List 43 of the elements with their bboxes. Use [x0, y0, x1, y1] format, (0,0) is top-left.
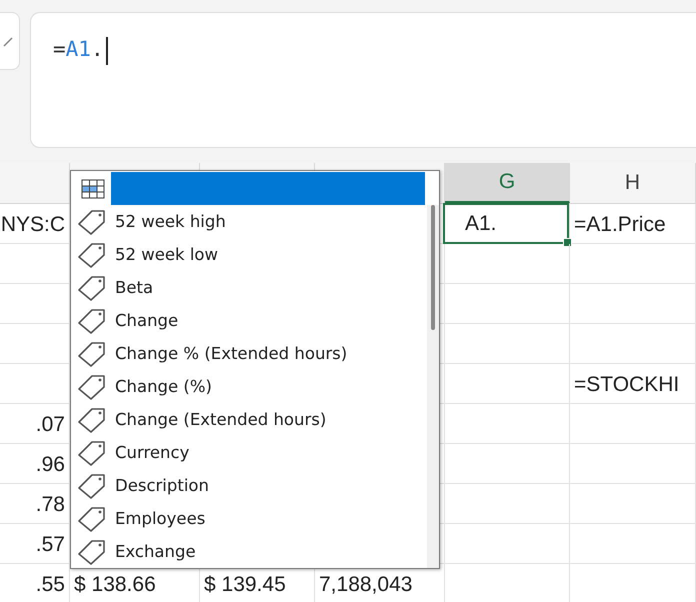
tag-icon: [77, 242, 107, 268]
column-header[interactable]: H: [624, 171, 640, 195]
table-icon: [81, 178, 105, 198]
cell-text: =A1.Price: [574, 213, 666, 237]
autocomplete-item[interactable]: Change (Extended hours): [113, 410, 328, 429]
cell-text: NYS:C: [0, 213, 65, 237]
scrollbar-thumb[interactable]: [431, 205, 435, 330]
tag-icon: [77, 538, 107, 564]
tag-icon: [77, 506, 107, 532]
column-header[interactable]: G: [498, 170, 516, 194]
cell-text: $ 139.45: [204, 573, 286, 597]
autocomplete-item[interactable]: 52 week high: [113, 212, 228, 231]
autocomplete-item[interactable]: Currency: [113, 443, 192, 462]
autocomplete-item[interactable]: Description: [113, 476, 211, 495]
tag-icon: [77, 440, 107, 466]
tag-icon: [77, 340, 107, 366]
cell-text: .96: [36, 453, 65, 477]
autocomplete-item[interactable]: Beta: [113, 278, 156, 297]
cell-text: .57: [36, 533, 65, 557]
tag-icon: [77, 472, 107, 498]
text-cursor: [106, 37, 108, 65]
autocomplete-item[interactable]: 52 week low: [113, 245, 220, 264]
tag-icon: [77, 374, 107, 400]
cell-text: .07: [36, 413, 65, 437]
cell-text: .78: [36, 493, 65, 517]
tag-icon: [77, 406, 107, 432]
autocomplete-item[interactable]: Change: [113, 311, 180, 330]
tag-icon: [77, 308, 107, 334]
autocomplete-item[interactable]: Exchange: [113, 542, 198, 561]
autocomplete-item[interactable]: Change (%): [113, 377, 214, 396]
autocomplete-item[interactable]: Change % (Extended hours): [113, 344, 350, 363]
tag-icon: [77, 274, 107, 300]
cell-text: $ 138.66: [74, 573, 156, 597]
name-box[interactable]: [0, 12, 20, 70]
autocomplete-item[interactable]: [111, 172, 425, 205]
pencil-icon: [3, 35, 13, 47]
tag-icon: [77, 208, 107, 234]
cell-text: =STOCKHI: [574, 373, 680, 397]
cell-text: .55: [36, 573, 65, 597]
autocomplete-item[interactable]: Employees: [113, 509, 208, 528]
formula-input-field[interactable]: =A1.: [30, 12, 696, 148]
cell-text: A1.: [443, 203, 569, 244]
cell-text: 7,188,043: [319, 573, 412, 597]
